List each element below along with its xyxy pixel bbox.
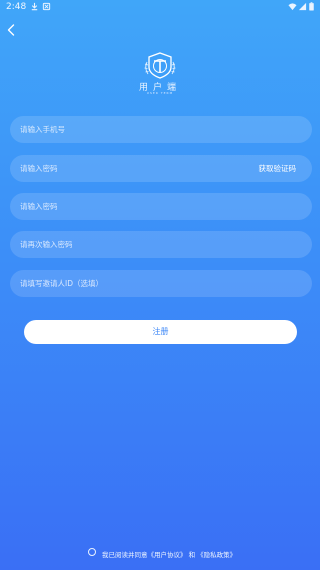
- invite-id-input[interactable]: [20, 270, 240, 297]
- app-notification-icon: [42, 2, 51, 11]
- battery-icon: [309, 2, 314, 11]
- agreement-text: 我已阅读并同意《用户协议》 和 《隐私政策》: [102, 549, 236, 559]
- agree-radio[interactable]: [88, 548, 96, 556]
- wifi-icon: [288, 3, 297, 11]
- back-chevron-left-icon[interactable]: [5, 22, 19, 38]
- password-input[interactable]: [20, 193, 240, 220]
- password-field: [10, 193, 312, 220]
- brand-subtitle: USER TERM: [146, 91, 174, 95]
- agreement-conjunction: 和: [188, 551, 196, 559]
- register-button[interactable]: 注册: [24, 320, 297, 344]
- get-code-button[interactable]: 获取验证码: [259, 155, 297, 182]
- status-bar: 2:48: [0, 0, 320, 14]
- code-input[interactable]: [20, 155, 240, 182]
- privacy-policy-link[interactable]: 《隐私政策》: [197, 551, 236, 559]
- download-icon: [31, 2, 38, 11]
- invite-id-field: [10, 270, 312, 297]
- code-field: 获取验证码: [10, 155, 312, 182]
- confirm-password-field: [10, 231, 312, 258]
- register-screen: 2:48 用户端 USER TERM 请输入手机号 请输入密码 获取验证码 请填…: [0, 0, 320, 570]
- signal-icon: [298, 2, 307, 11]
- phone-field: [10, 116, 312, 143]
- phone-input[interactable]: [20, 116, 240, 143]
- agreement-prefix: 我已阅读并同意: [102, 551, 148, 559]
- status-time: 2:48: [6, 2, 27, 12]
- user-agreement-link[interactable]: 《用户协议》: [148, 551, 187, 559]
- confirm-password-input[interactable]: [20, 231, 240, 258]
